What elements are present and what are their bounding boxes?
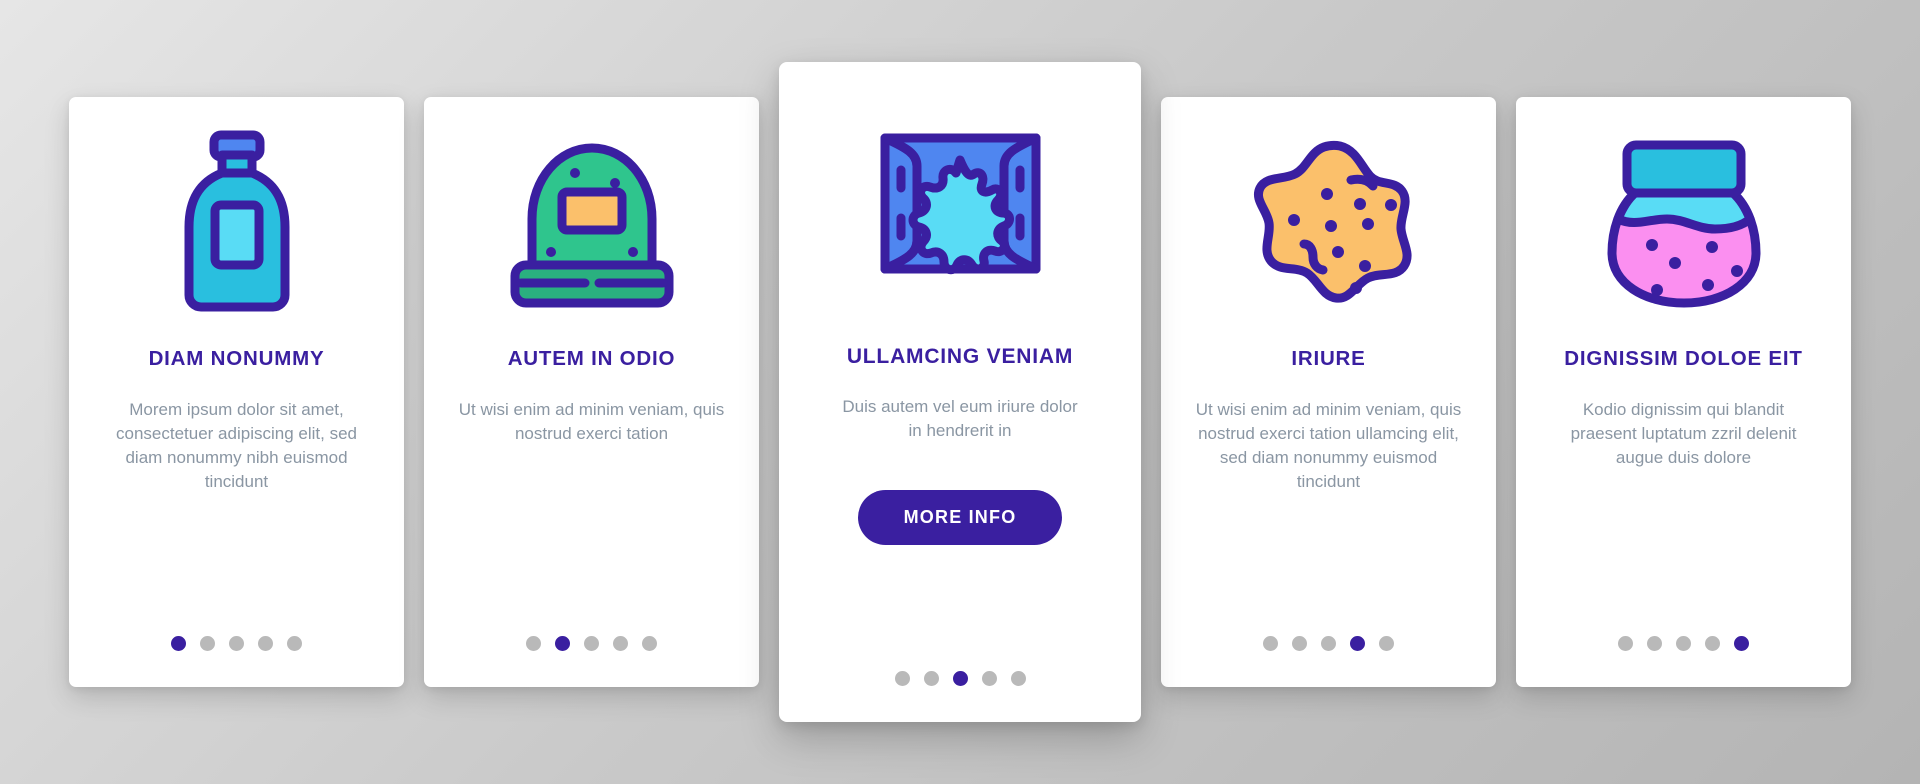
card-title: DIAM NONUMMY bbox=[148, 347, 325, 370]
pagination-dot[interactable] bbox=[1734, 636, 1749, 651]
card-body-text: Ut wisi enim ad minim veniam, quis nostr… bbox=[458, 399, 725, 443]
pagination-dot[interactable] bbox=[981, 671, 997, 686]
pagination-dot[interactable] bbox=[642, 636, 657, 651]
pagination-dot[interactable] bbox=[1010, 671, 1026, 686]
jam-jar-icon bbox=[1536, 97, 1831, 347]
bottle-icon bbox=[89, 97, 384, 347]
pagination-dots[interactable] bbox=[1516, 636, 1851, 651]
card-body-text: Ut wisi enim ad minim veniam, quis nostr… bbox=[1195, 399, 1462, 491]
pagination-dot[interactable] bbox=[171, 636, 186, 651]
pagination-dot[interactable] bbox=[1618, 636, 1633, 651]
pagination-dot[interactable] bbox=[1350, 636, 1365, 651]
pagination-dot[interactable] bbox=[952, 671, 968, 686]
beanie-hat-icon bbox=[444, 97, 739, 347]
pagination-dot[interactable] bbox=[894, 671, 910, 686]
pagination-dots[interactable] bbox=[779, 671, 1141, 686]
onboarding-card-1[interactable]: DIAM NONUMMY Morem ipsum dolor sit amet,… bbox=[69, 97, 404, 687]
pagination-dot[interactable] bbox=[613, 636, 628, 651]
pagination-dot[interactable] bbox=[584, 636, 599, 651]
pagination-dot[interactable] bbox=[258, 636, 273, 651]
card-title: ULLAMCING VENIAM bbox=[846, 345, 1074, 368]
pagination-dot[interactable] bbox=[526, 636, 541, 651]
card-title: AUTEM IN ODIO bbox=[507, 347, 676, 370]
pagination-dot[interactable] bbox=[287, 636, 302, 651]
card-carousel: DIAM NONUMMY Morem ipsum dolor sit amet,… bbox=[69, 62, 1851, 722]
pagination-dots[interactable] bbox=[1161, 636, 1496, 651]
pagination-dots[interactable] bbox=[424, 636, 759, 651]
card-body-text: Kodio dignissim qui blandit praesent lup… bbox=[1570, 399, 1797, 467]
pagination-dot[interactable] bbox=[1705, 636, 1720, 651]
card-title: IRIURE bbox=[1291, 347, 1366, 370]
onboarding-card-3-featured[interactable]: ULLAMCING VENIAM Duis autem vel eum iriu… bbox=[779, 62, 1141, 722]
card-body-text: Duis autem vel eum iriure dolor in hendr… bbox=[842, 397, 1078, 441]
onboarding-card-4[interactable]: IRIURE Ut wisi enim ad minim veniam, qui… bbox=[1161, 97, 1496, 687]
onboarding-card-2[interactable]: AUTEM IN ODIO Ut wisi enim ad minim veni… bbox=[424, 97, 759, 687]
pagination-dot[interactable] bbox=[1263, 636, 1278, 651]
pagination-dot[interactable] bbox=[923, 671, 939, 686]
onboarding-screens-stage: DIAM NONUMMY Morem ipsum dolor sit amet,… bbox=[0, 0, 1920, 784]
pagination-dot[interactable] bbox=[200, 636, 215, 651]
pagination-dot[interactable] bbox=[1292, 636, 1307, 651]
pagination-dot[interactable] bbox=[1379, 636, 1394, 651]
more-info-button[interactable]: MORE INFO bbox=[857, 490, 1063, 546]
onboarding-card-5[interactable]: DIGNISSIM DOLOE EIT Kodio dignissim qui … bbox=[1516, 97, 1851, 687]
sponge-icon bbox=[1181, 97, 1476, 347]
pagination-dots[interactable] bbox=[69, 636, 404, 651]
wet-wipes-packet-icon bbox=[805, 62, 1115, 344]
pagination-dot[interactable] bbox=[555, 636, 570, 651]
pagination-dot[interactable] bbox=[1321, 636, 1336, 651]
pagination-dot[interactable] bbox=[1647, 636, 1662, 651]
pagination-dot[interactable] bbox=[229, 636, 244, 651]
card-title: DIGNISSIM DOLOE EIT bbox=[1564, 347, 1803, 370]
card-body-text: Morem ipsum dolor sit amet, consectetuer… bbox=[116, 399, 357, 491]
pagination-dot[interactable] bbox=[1676, 636, 1691, 651]
